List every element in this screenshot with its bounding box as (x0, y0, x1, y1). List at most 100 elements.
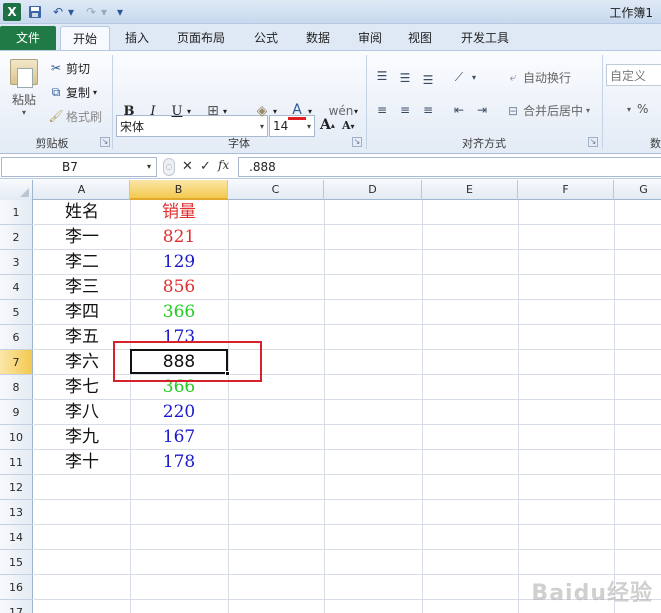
grid-line (422, 200, 423, 613)
select-all-corner[interactable] (0, 180, 33, 200)
formula-input[interactable]: .888 (238, 157, 661, 177)
enter-entry-icon[interactable]: ✓ (200, 159, 211, 174)
cell-a4[interactable]: 李三 (34, 275, 130, 299)
align-right-icon[interactable]: ≡ (419, 102, 437, 118)
row-header[interactable]: 2 (0, 225, 33, 250)
cell-a5[interactable]: 李四 (34, 300, 130, 324)
formula-bar-resize-icon[interactable]: ◌ (163, 158, 175, 176)
align-middle-icon[interactable]: ☰ (396, 70, 414, 86)
underline-button[interactable]: U (168, 102, 186, 120)
redo-icon[interactable]: ↷ (83, 3, 99, 21)
tab-view[interactable]: 视图 (398, 26, 442, 50)
border-icon[interactable]: ⊞ (204, 102, 222, 120)
cell-b5[interactable]: 366 (130, 300, 228, 324)
cell-a11[interactable]: 李十 (34, 450, 130, 474)
row-header[interactable]: 4 (0, 275, 33, 300)
clipboard-launcher-icon[interactable]: ↘ (100, 137, 110, 147)
align-center-icon[interactable]: ≡ (396, 102, 414, 118)
font-color-dropdown-icon[interactable]: ▾ (306, 102, 314, 120)
tab-file[interactable]: 文件 (0, 26, 56, 50)
column-header-a[interactable]: A (34, 180, 130, 200)
row-header[interactable]: 1 (0, 200, 33, 225)
border-dropdown-icon[interactable]: ▾ (221, 102, 229, 120)
cell-b3[interactable]: 129 (130, 250, 228, 274)
customize-quick-access-icon[interactable]: ▾ (114, 3, 126, 21)
row-header[interactable]: 8 (0, 375, 33, 400)
worksheet-grid[interactable]: A B C D E F G 1 2 3 4 5 6 7 8 9 10 11 12… (0, 180, 661, 613)
column-header-d[interactable]: D (324, 180, 422, 200)
underline-dropdown-icon[interactable]: ▾ (185, 102, 193, 120)
paste-icon (10, 59, 38, 88)
name-box-dropdown-icon[interactable]: ▾ (147, 162, 151, 171)
row-header[interactable]: 12 (0, 475, 33, 500)
format-painter-button[interactable]: 🖌 格式刷 (48, 107, 102, 125)
cell-b2[interactable]: 821 (130, 225, 228, 249)
name-box[interactable]: B7 (1, 157, 157, 177)
align-bottom-icon[interactable]: ☰ (419, 72, 437, 88)
column-header-c[interactable]: C (228, 180, 324, 200)
cell-b11[interactable]: 178 (130, 450, 228, 474)
wrap-text-button[interactable]: ⤶ 自动换行 (505, 69, 571, 86)
column-header-e[interactable]: E (422, 180, 518, 200)
undo-icon[interactable]: ↶ (50, 3, 66, 21)
cell-b9[interactable]: 220 (130, 400, 228, 424)
row-header[interactable]: 5 (0, 300, 33, 325)
decrease-indent-icon[interactable]: ⇤ (450, 102, 468, 118)
row-header[interactable]: 17 (0, 600, 33, 613)
column-header-f[interactable]: F (518, 180, 614, 200)
fill-color-icon[interactable]: ◈ (253, 102, 271, 120)
number-format-select[interactable]: 自定义 (606, 64, 661, 86)
fill-color-dropdown-icon[interactable]: ▾ (271, 102, 279, 120)
undo-dropdown-icon[interactable]: ▾ (67, 3, 75, 21)
merge-center-button[interactable]: ⊟ 合并后居中 ▾ (505, 102, 590, 119)
tab-insert[interactable]: 插入 (115, 26, 159, 50)
cancel-entry-icon[interactable]: ✕ (182, 159, 193, 174)
tab-page-layout[interactable]: 页面布局 (166, 26, 236, 50)
italic-button[interactable]: I (144, 102, 162, 120)
tab-developer[interactable]: 开发工具 (450, 26, 520, 50)
paste-button[interactable]: 粘贴 ▾ (6, 55, 42, 117)
row-header[interactable]: 13 (0, 500, 33, 525)
row-header[interactable]: 9 (0, 400, 33, 425)
cell-a2[interactable]: 李一 (34, 225, 130, 249)
phonetic-button[interactable]: wén (329, 102, 354, 120)
tab-data[interactable]: 数据 (296, 26, 340, 50)
save-icon[interactable] (27, 3, 43, 21)
cell-a3[interactable]: 李二 (34, 250, 130, 274)
tab-formulas[interactable]: 公式 (244, 26, 288, 50)
cell-a1[interactable]: 姓名 (34, 200, 130, 224)
cell-b4[interactable]: 856 (130, 275, 228, 299)
insert-function-icon[interactable]: fx (218, 158, 229, 172)
tab-review[interactable]: 审阅 (348, 26, 392, 50)
row-header[interactable]: 16 (0, 575, 33, 600)
row-header[interactable]: 11 (0, 450, 33, 475)
row-header[interactable]: 10 (0, 425, 33, 450)
cell-b1[interactable]: 销量 (130, 200, 228, 224)
font-launcher-icon[interactable]: ↘ (352, 137, 362, 147)
column-header-g[interactable]: G (614, 180, 661, 200)
tab-home[interactable]: 开始 (60, 26, 110, 50)
copy-button[interactable]: ⧉ 复制 ▾ (48, 83, 97, 101)
column-header-b[interactable]: B (130, 180, 228, 200)
row-header[interactable]: 3 (0, 250, 33, 275)
orientation-dropdown-icon[interactable]: ▾ (465, 69, 483, 85)
cell-a9[interactable]: 李八 (34, 400, 130, 424)
row-header[interactable]: 15 (0, 550, 33, 575)
cut-button[interactable]: ✂ 剪切 (48, 59, 90, 77)
row-header[interactable]: 6 (0, 325, 33, 350)
alignment-launcher-icon[interactable]: ↘ (588, 137, 598, 147)
bold-button[interactable]: B (120, 102, 138, 120)
phonetic-dropdown-icon[interactable]: ▾ (352, 102, 360, 120)
align-top-icon[interactable]: ☰ (373, 68, 391, 84)
cell-b10[interactable]: 167 (130, 425, 228, 449)
row-header[interactable]: 14 (0, 525, 33, 550)
align-left-icon[interactable]: ≡ (373, 102, 391, 118)
font-color-button[interactable]: A (288, 102, 306, 120)
paste-dropdown-icon: ▾ (21, 108, 26, 117)
shrink-font-button[interactable]: A ▾ (342, 119, 355, 132)
increase-indent-icon[interactable]: ⇥ (473, 102, 491, 118)
percent-button[interactable]: ▾ % (627, 102, 648, 116)
cell-a10[interactable]: 李九 (34, 425, 130, 449)
row-header-active[interactable]: 7 (0, 350, 33, 375)
redo-dropdown-icon[interactable]: ▾ (100, 3, 108, 21)
